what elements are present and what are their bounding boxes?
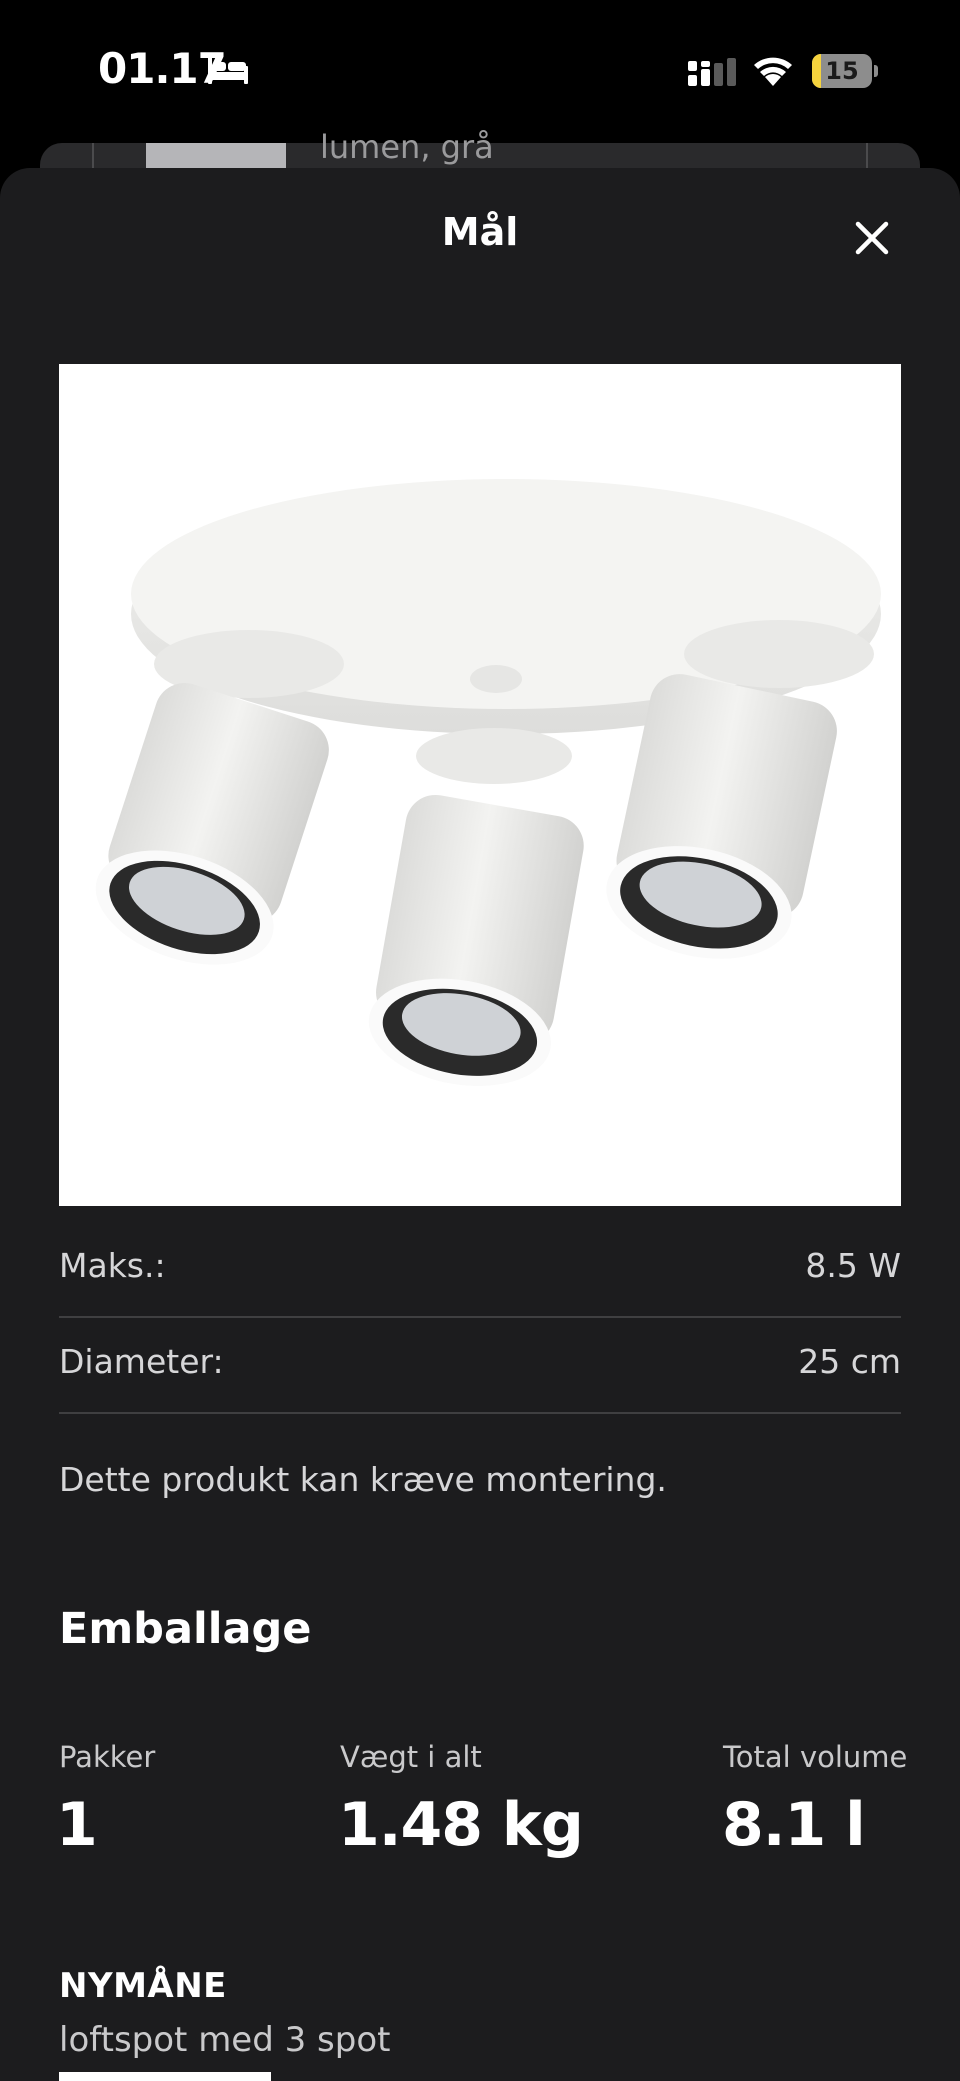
battery-level: 15 — [825, 57, 859, 85]
background-thumbnail — [146, 143, 286, 169]
bed-icon — [208, 56, 248, 84]
close-icon[interactable] — [844, 210, 900, 266]
assembly-note: Dette produkt kan kræve montering. — [59, 1460, 667, 1499]
wifi-icon — [754, 57, 792, 86]
background-item-text: lumen, grå — [320, 128, 494, 166]
packages-value: 1 — [56, 1790, 98, 1860]
sheet-title: Mål — [441, 210, 519, 254]
spec-value: 8.5 W — [805, 1246, 901, 1285]
spec-row-max-wattage: Maks.: 8.5 W — [59, 1222, 901, 1318]
background-divider — [866, 143, 868, 169]
product-thumbnail — [59, 2072, 271, 2081]
total-volume-label: Total volume — [723, 1740, 908, 1774]
total-weight-label: Vægt i alt — [340, 1740, 482, 1774]
spec-label: Maks.: — [59, 1246, 166, 1285]
spec-value: 25 cm — [798, 1342, 901, 1381]
packages-label: Pakker — [59, 1740, 156, 1774]
status-bar: 01.17 15 — [0, 0, 960, 140]
cellular-signal-icon — [688, 58, 736, 86]
packaging-title: Emballage — [59, 1604, 312, 1654]
spec-label: Diameter: — [59, 1342, 224, 1381]
product-description: loftspot med 3 spot — [59, 2020, 391, 2060]
product-name: NYMÅNE — [59, 1966, 227, 2006]
spec-row-diameter: Diameter: 25 cm — [59, 1318, 901, 1414]
product-image — [59, 364, 901, 1206]
background-divider — [92, 143, 94, 169]
battery-icon: 15 — [812, 54, 878, 88]
total-volume-value: 8.1 l — [722, 1790, 866, 1860]
total-weight-value: 1.48 kg — [338, 1790, 584, 1860]
